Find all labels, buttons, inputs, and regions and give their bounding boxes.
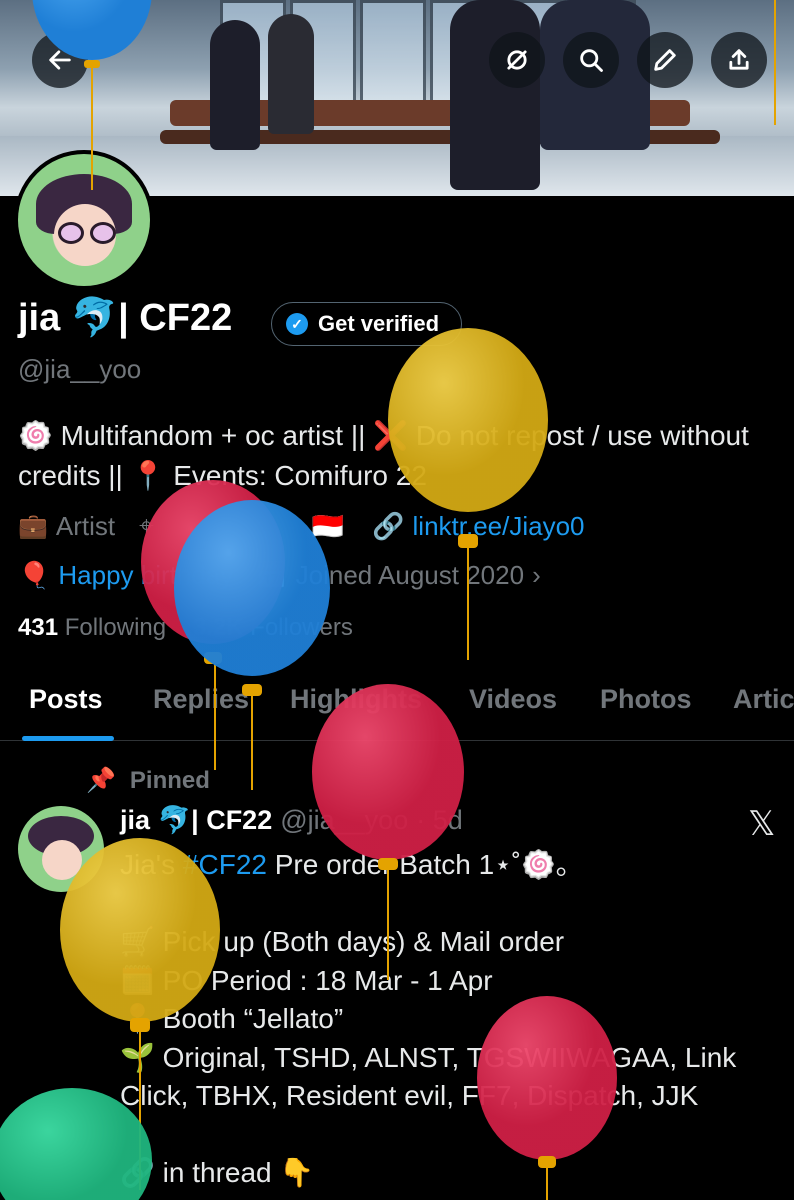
- profile-link[interactable]: linktr.ee/Jiayo0: [413, 511, 585, 542]
- followers-count: 3.2K: [192, 614, 244, 641]
- following-label: Following: [64, 614, 167, 641]
- post-author-name[interactable]: jia 🐬| CF22: [120, 804, 272, 836]
- post-text[interactable]: Jia's #CF22 Pre order Batch 1⋆˚🍥｡ 🛒 Pick…: [120, 846, 780, 1193]
- search-button[interactable]: [563, 32, 619, 88]
- post-author-handle[interactable]: @jia__yoo: [280, 805, 408, 836]
- profile-birthday[interactable]: Happy birthday: [58, 560, 233, 591]
- follow-counts: 431 Following 3.2K Followers: [18, 614, 353, 642]
- edit-icon: [654, 49, 676, 71]
- link-icon: 🔗: [372, 510, 405, 541]
- tab-replies[interactable]: Replies: [153, 684, 249, 715]
- profile-category: Artist: [55, 510, 116, 541]
- post-body: 🛒 Pick up (Both days) & Mail order 🗓️ PO…: [120, 926, 737, 1188]
- birthday-balloon-icon: 🎈: [18, 560, 51, 590]
- pinned-indicator: 📌 Pinned: [86, 766, 210, 795]
- search-icon: [580, 49, 603, 72]
- tab-photos[interactable]: Photos: [600, 684, 692, 715]
- share-button[interactable]: [711, 32, 767, 88]
- following-count: 431: [18, 614, 59, 641]
- post-text-suffix: Pre order Batch 1⋆˚🍥｡: [266, 849, 570, 880]
- post-hashtag[interactable]: #CF22: [183, 849, 267, 880]
- chevron-right-icon[interactable]: ›: [532, 560, 541, 591]
- tab-videos[interactable]: Videos: [469, 684, 557, 715]
- briefcase-icon: 💼: [18, 512, 48, 540]
- calendar-icon: 📅: [255, 560, 288, 590]
- profile-bio: 🍥 Multifandom + oc artist || ❌ Do not re…: [18, 420, 749, 491]
- hide-icon: [507, 50, 527, 70]
- profile-joined: Joined August 2020: [295, 560, 525, 590]
- pinned-label: Pinned: [129, 766, 210, 794]
- balloon-blue: [174, 500, 330, 790]
- arrow-left-icon: [49, 50, 71, 70]
- profile-handle: @jia__yoo: [18, 354, 142, 384]
- profile-location: 🇮🇩: [311, 510, 345, 541]
- tab-highlights[interactable]: Highlights: [290, 684, 422, 715]
- pin-icon: 📌: [86, 767, 116, 794]
- post-header: jia 🐬| CF22 @jia__yoo · 5d: [120, 804, 463, 836]
- post-text-prefix: Jia's: [120, 849, 183, 880]
- back-button[interactable]: [32, 32, 88, 88]
- profile-meta-row-2: 🎈 Happy birthday 📅 Joined August 2020 ›: [18, 560, 541, 591]
- profile-avatar[interactable]: [14, 150, 154, 290]
- followers-label: Followers: [250, 614, 353, 641]
- tab-posts[interactable]: Posts: [29, 684, 103, 715]
- x-logo-icon: 𝕏: [748, 805, 776, 843]
- get-verified-label: Get verified: [318, 311, 440, 336]
- get-verified-button[interactable]: ✓ Get verified: [271, 302, 463, 346]
- profile-name: jia 🐬| CF22: [18, 297, 233, 339]
- location-icon: ⌖: [139, 510, 154, 540]
- tab-articles[interactable]: Artic: [733, 684, 794, 715]
- post-time[interactable]: · 5d: [416, 805, 463, 836]
- following-link[interactable]: 431 Following: [18, 614, 166, 641]
- active-tab-indicator: [22, 736, 114, 741]
- profile-meta-row: 💼 Artist ⌖ 🇮🇩 🔗 linktr.ee/Jiayo0: [18, 510, 585, 542]
- profile-tabs: Posts Replies Highlights Videos Photos A…: [0, 670, 794, 741]
- hide-button[interactable]: [489, 32, 545, 88]
- edit-button[interactable]: [637, 32, 693, 88]
- post-author-avatar[interactable]: [18, 806, 104, 892]
- verified-badge-icon: ✓: [286, 313, 308, 335]
- share-icon: [729, 49, 749, 70]
- followers-link[interactable]: 3.2K Followers: [193, 614, 353, 641]
